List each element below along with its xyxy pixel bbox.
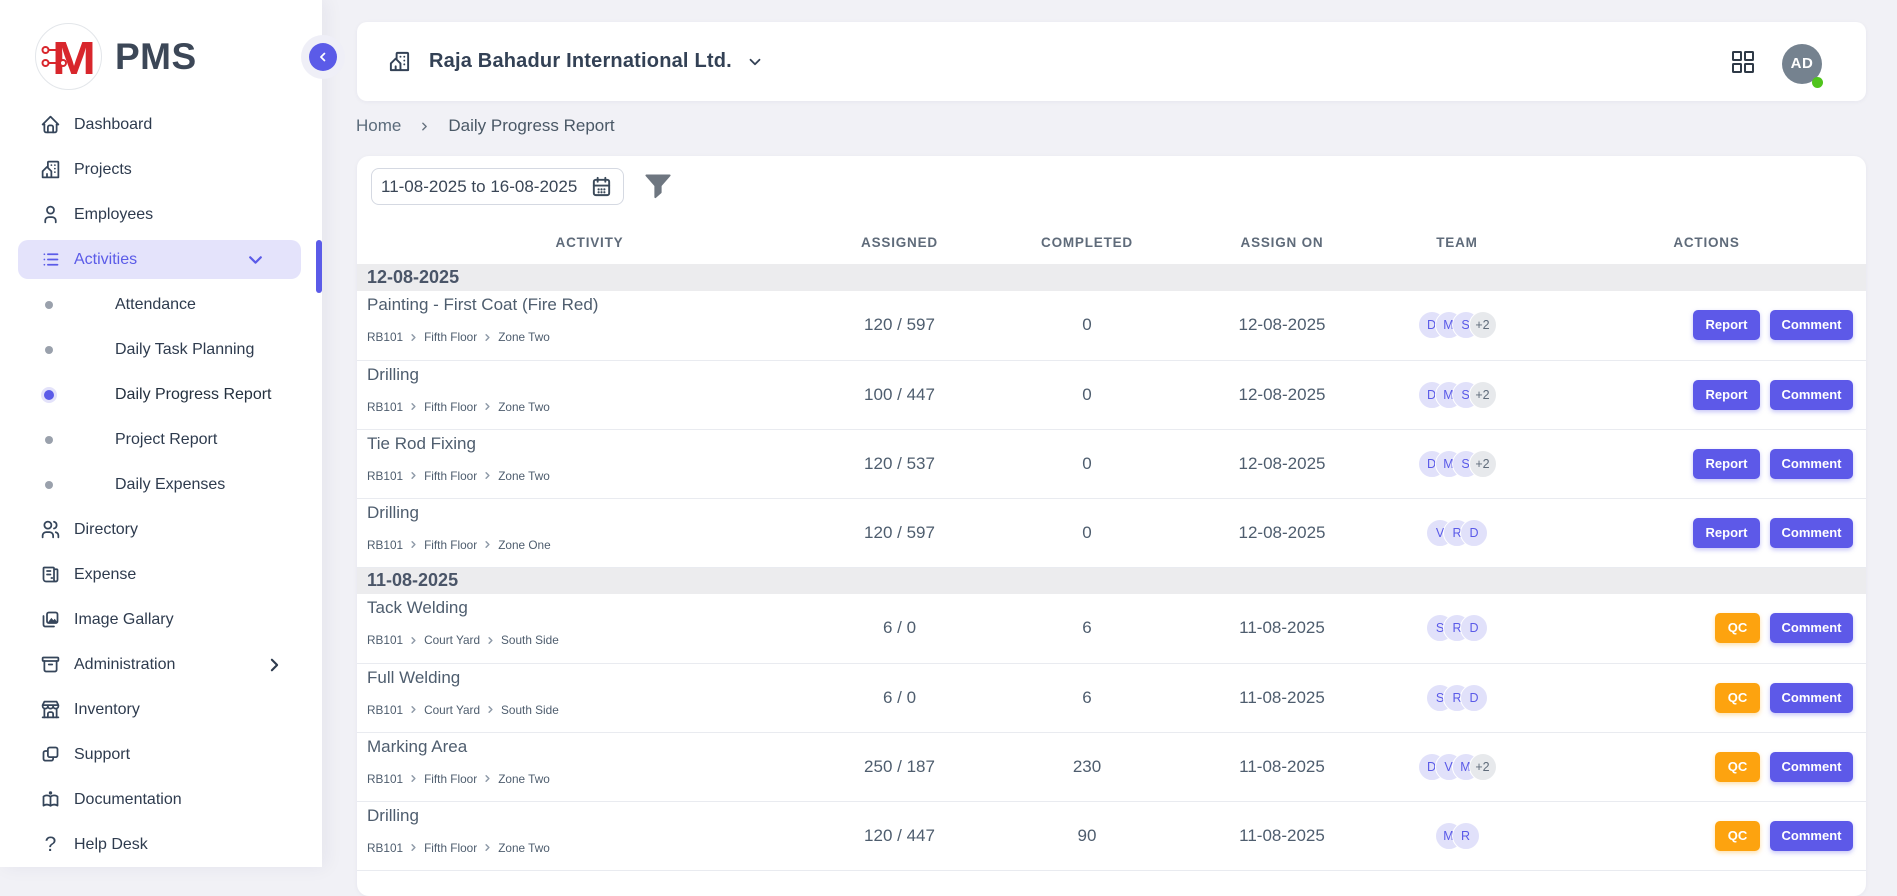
svg-text:M: M bbox=[52, 32, 96, 84]
